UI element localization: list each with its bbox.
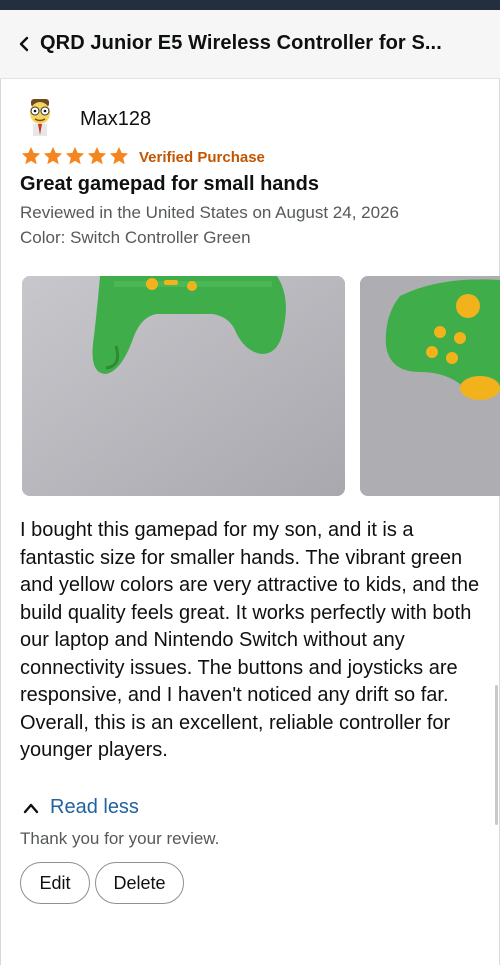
divider-left: [0, 79, 1, 965]
status-strip: [0, 0, 500, 10]
reviewer-name[interactable]: Max128: [80, 108, 151, 131]
avatar: [30, 99, 50, 136]
review-date: Reviewed in the United States on August …: [20, 203, 399, 222]
product-title[interactable]: QRD Junior E5 Wireless Controller for S.…: [40, 32, 480, 55]
star-icon: [65, 146, 85, 165]
review-title: Great gamepad for small hands: [20, 173, 319, 195]
thank-you-message: Thank you for your review.: [20, 829, 220, 848]
delete-button[interactable]: Delete: [95, 862, 184, 904]
read-less-label: Read less: [50, 796, 139, 818]
star-icon: [109, 146, 129, 165]
star-icon: [87, 146, 107, 165]
chevron-left-icon[interactable]: [14, 33, 34, 55]
caret-up-icon: [23, 803, 39, 813]
read-less-link[interactable]: Read less: [20, 796, 139, 819]
edit-button[interactable]: Edit: [20, 862, 90, 904]
review-photo-1[interactable]: [22, 276, 345, 496]
review-text: I bought this gamepad for my son, and it…: [20, 519, 480, 761]
star-rating: [20, 145, 130, 167]
product-variant: Color: Switch Controller Green: [20, 228, 251, 247]
verified-purchase-badge: Verified Purchase: [139, 149, 265, 166]
review-photo-2[interactable]: [360, 276, 500, 496]
scrollbar[interactable]: [495, 685, 498, 825]
star-icon: [21, 146, 41, 165]
top-bar: QRD Junior E5 Wireless Controller for S.…: [0, 10, 500, 79]
star-icon: [43, 146, 63, 165]
